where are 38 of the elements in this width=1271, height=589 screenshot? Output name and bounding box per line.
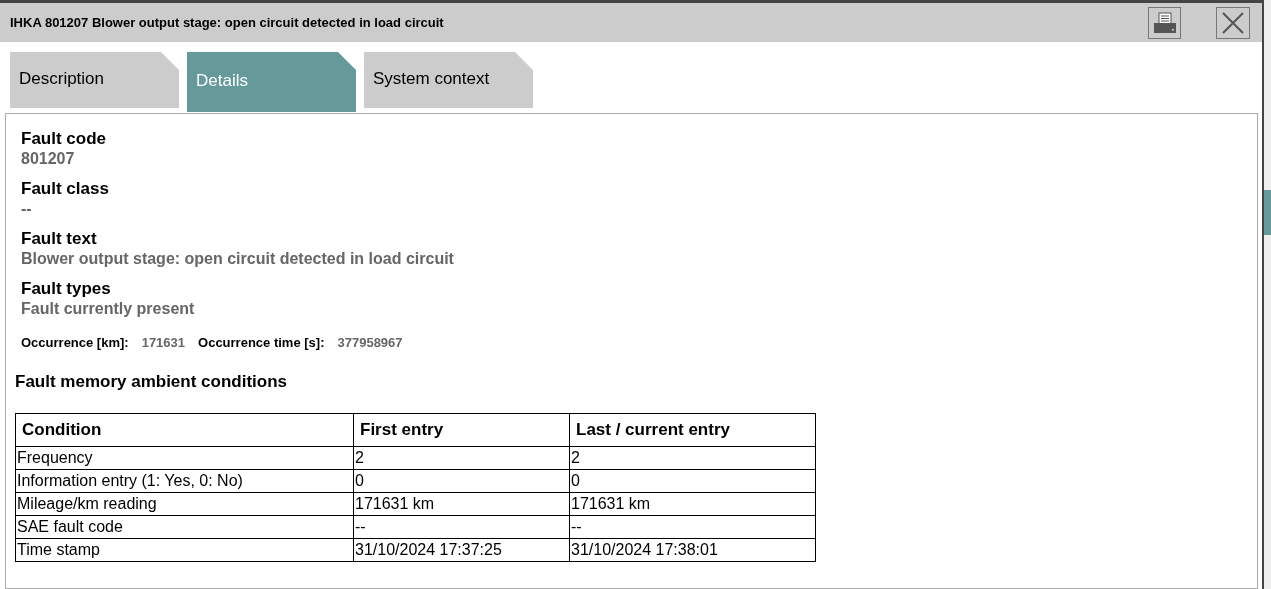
table-cell: Time stamp (15, 538, 354, 562)
occurrence-value: 171631 (141, 334, 186, 352)
tab[interactable]: System context (364, 52, 533, 108)
field-label: Fault types (21, 278, 112, 299)
field-value: -- (21, 199, 33, 219)
column-header: Last / current entry (569, 413, 816, 447)
field-label: Fault text (21, 228, 98, 249)
field-value: Fault currently present (21, 299, 196, 319)
table-cell: 2 (569, 446, 816, 470)
field-value: 801207 (21, 149, 76, 169)
table-cell: 0 (353, 469, 570, 493)
close-button[interactable] (1216, 6, 1250, 39)
table-cell: -- (353, 515, 570, 539)
table-cell: 171631 km (569, 492, 816, 516)
table-cell: 31/10/2024 17:38:01 (569, 538, 816, 562)
table-cell: 171631 km (353, 492, 570, 516)
table-cell: Mileage/km reading (15, 492, 354, 516)
field-value: Blower output stage: open circuit detected in load circuit (21, 249, 455, 269)
printer-icon (1152, 11, 1177, 34)
tab[interactable]: Description (10, 52, 179, 108)
window-title: IHKA 801207 Blower output stage: open circuit detected in load circuit (10, 13, 445, 32)
occurrence-label: Occurrence [km]: (21, 334, 129, 352)
occurrence-value: 377958967 (337, 334, 403, 352)
table-cell: 31/10/2024 17:37:25 (353, 538, 570, 562)
table-cell: 0 (569, 469, 816, 493)
table-cell: -- (569, 515, 816, 539)
table-cell: SAE fault code (15, 515, 354, 539)
print-button[interactable] (1148, 6, 1181, 39)
section-title: Fault memory ambient conditions (15, 370, 289, 393)
field-label: Fault class (21, 178, 110, 199)
table-cell: 2 (353, 446, 570, 470)
occurrence-label: Occurrence time [s]: (198, 334, 325, 352)
table-cell: Frequency (15, 446, 354, 470)
field-label: Fault code (21, 128, 107, 149)
column-header: Condition (15, 413, 354, 447)
column-header: First entry (353, 413, 570, 447)
table-cell: Information entry (1: Yes, 0: No) (15, 469, 354, 493)
close-icon (1222, 11, 1244, 34)
